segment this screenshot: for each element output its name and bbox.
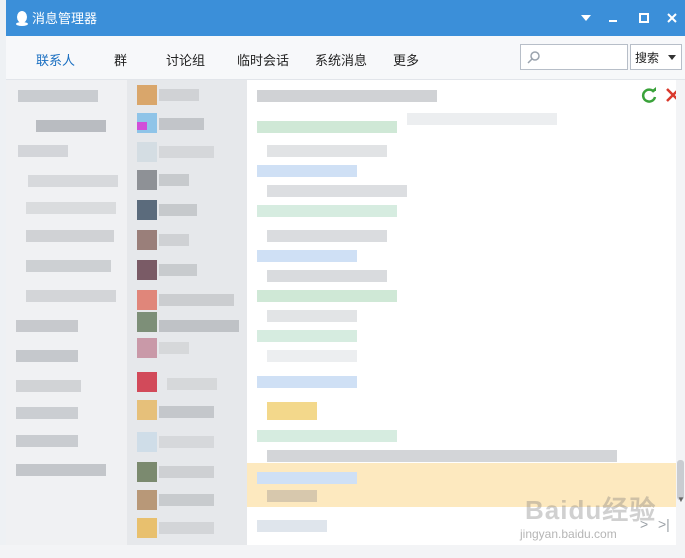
search-icon bbox=[527, 51, 540, 64]
list-item[interactable] bbox=[159, 89, 199, 101]
close-icon[interactable] bbox=[662, 8, 682, 28]
avatar bbox=[137, 85, 157, 105]
message-header bbox=[257, 290, 397, 302]
list-item[interactable] bbox=[16, 320, 78, 332]
watermark-logo: Baidu经验 bbox=[525, 495, 657, 525]
message-text bbox=[267, 270, 387, 282]
tab-groups[interactable]: 群 bbox=[114, 50, 127, 69]
tab-more[interactable]: 更多 bbox=[393, 50, 419, 69]
message-scrollbar[interactable]: ▼ bbox=[676, 80, 685, 545]
avatar bbox=[137, 230, 157, 250]
avatar bbox=[137, 122, 147, 130]
scroll-thumb[interactable] bbox=[677, 460, 684, 500]
message-header bbox=[257, 90, 437, 102]
list-item[interactable] bbox=[159, 342, 189, 354]
list-item[interactable] bbox=[159, 234, 189, 246]
message-header bbox=[257, 472, 357, 484]
message-text bbox=[267, 450, 617, 462]
avatar bbox=[137, 312, 157, 332]
contact-list[interactable] bbox=[6, 80, 127, 545]
list-item[interactable] bbox=[16, 350, 78, 362]
list-item[interactable] bbox=[26, 290, 116, 302]
message-text bbox=[267, 185, 407, 197]
list-item[interactable] bbox=[159, 320, 239, 332]
message-pane[interactable] bbox=[247, 80, 676, 545]
list-item[interactable] bbox=[159, 146, 214, 158]
message-header bbox=[257, 330, 357, 342]
avatar bbox=[137, 372, 157, 392]
list-item[interactable] bbox=[16, 380, 81, 392]
avatar bbox=[137, 200, 157, 220]
list-item[interactable] bbox=[159, 406, 214, 418]
message-header bbox=[257, 205, 397, 217]
message-text bbox=[267, 145, 387, 157]
avatar bbox=[137, 290, 157, 310]
avatar bbox=[137, 260, 157, 280]
avatar bbox=[137, 142, 157, 162]
message-emoji bbox=[267, 402, 317, 420]
avatar bbox=[137, 338, 157, 358]
list-item[interactable] bbox=[159, 436, 214, 448]
list-item[interactable] bbox=[36, 120, 106, 132]
message-text bbox=[267, 350, 357, 362]
message-header bbox=[257, 250, 357, 262]
message-header bbox=[257, 430, 397, 442]
list-item[interactable] bbox=[18, 145, 68, 157]
list-item[interactable] bbox=[159, 466, 214, 478]
avatar bbox=[137, 432, 157, 452]
list-item[interactable] bbox=[159, 264, 197, 276]
avatar bbox=[137, 462, 157, 482]
window-title: 消息管理器 bbox=[32, 11, 98, 26]
message-text bbox=[267, 230, 387, 242]
tab-temp-sessions[interactable]: 临时会话 bbox=[237, 50, 289, 69]
list-item[interactable] bbox=[16, 464, 106, 476]
list-item[interactable] bbox=[26, 230, 114, 242]
minimize-icon[interactable] bbox=[603, 8, 623, 28]
title-bar: 消息管理器 bbox=[6, 0, 685, 36]
message-text bbox=[407, 113, 557, 125]
qq-penguin-icon bbox=[16, 11, 28, 26]
scroll-down-icon[interactable]: ▼ bbox=[677, 495, 685, 504]
last-page-icon[interactable]: >| bbox=[658, 516, 670, 532]
search-input[interactable] bbox=[520, 44, 628, 70]
tab-system-messages[interactable]: 系统消息 bbox=[315, 50, 367, 69]
search-button[interactable]: 搜索 bbox=[630, 44, 682, 70]
menu-arrow-icon[interactable] bbox=[576, 8, 596, 28]
message-header bbox=[257, 121, 397, 133]
list-item[interactable] bbox=[18, 90, 98, 102]
list-item[interactable] bbox=[28, 175, 118, 187]
list-item[interactable] bbox=[159, 294, 234, 306]
tab-discussions[interactable]: 讨论组 bbox=[166, 50, 205, 69]
avatar bbox=[137, 170, 157, 190]
search-button-label: 搜索 bbox=[635, 50, 660, 65]
list-item[interactable] bbox=[26, 260, 111, 272]
list-item[interactable] bbox=[159, 494, 214, 506]
watermark-url: jingyan.baidu.com bbox=[520, 527, 617, 541]
message-header bbox=[257, 520, 327, 532]
message-header bbox=[257, 165, 357, 177]
refresh-icon[interactable] bbox=[640, 86, 658, 104]
tab-contacts[interactable]: 联系人 bbox=[36, 50, 75, 69]
avatar bbox=[137, 400, 157, 420]
avatar bbox=[137, 490, 157, 510]
list-item[interactable] bbox=[159, 204, 197, 216]
message-text bbox=[267, 490, 317, 502]
list-item[interactable] bbox=[26, 202, 116, 214]
message-header bbox=[257, 376, 357, 388]
chevron-down-icon[interactable] bbox=[668, 55, 676, 60]
list-item[interactable] bbox=[159, 174, 189, 186]
background-window-bottom bbox=[0, 545, 685, 558]
list-item[interactable] bbox=[16, 435, 78, 447]
toolbar: 联系人 群 讨论组 临时会话 系统消息 更多 搜索 bbox=[6, 36, 685, 80]
member-list[interactable] bbox=[127, 80, 247, 545]
message-text bbox=[267, 310, 357, 322]
list-item[interactable] bbox=[16, 407, 78, 419]
maximize-icon[interactable] bbox=[634, 8, 654, 28]
list-item[interactable] bbox=[159, 522, 214, 534]
list-item[interactable] bbox=[167, 378, 217, 390]
avatar bbox=[137, 518, 157, 538]
list-item[interactable] bbox=[159, 118, 204, 130]
